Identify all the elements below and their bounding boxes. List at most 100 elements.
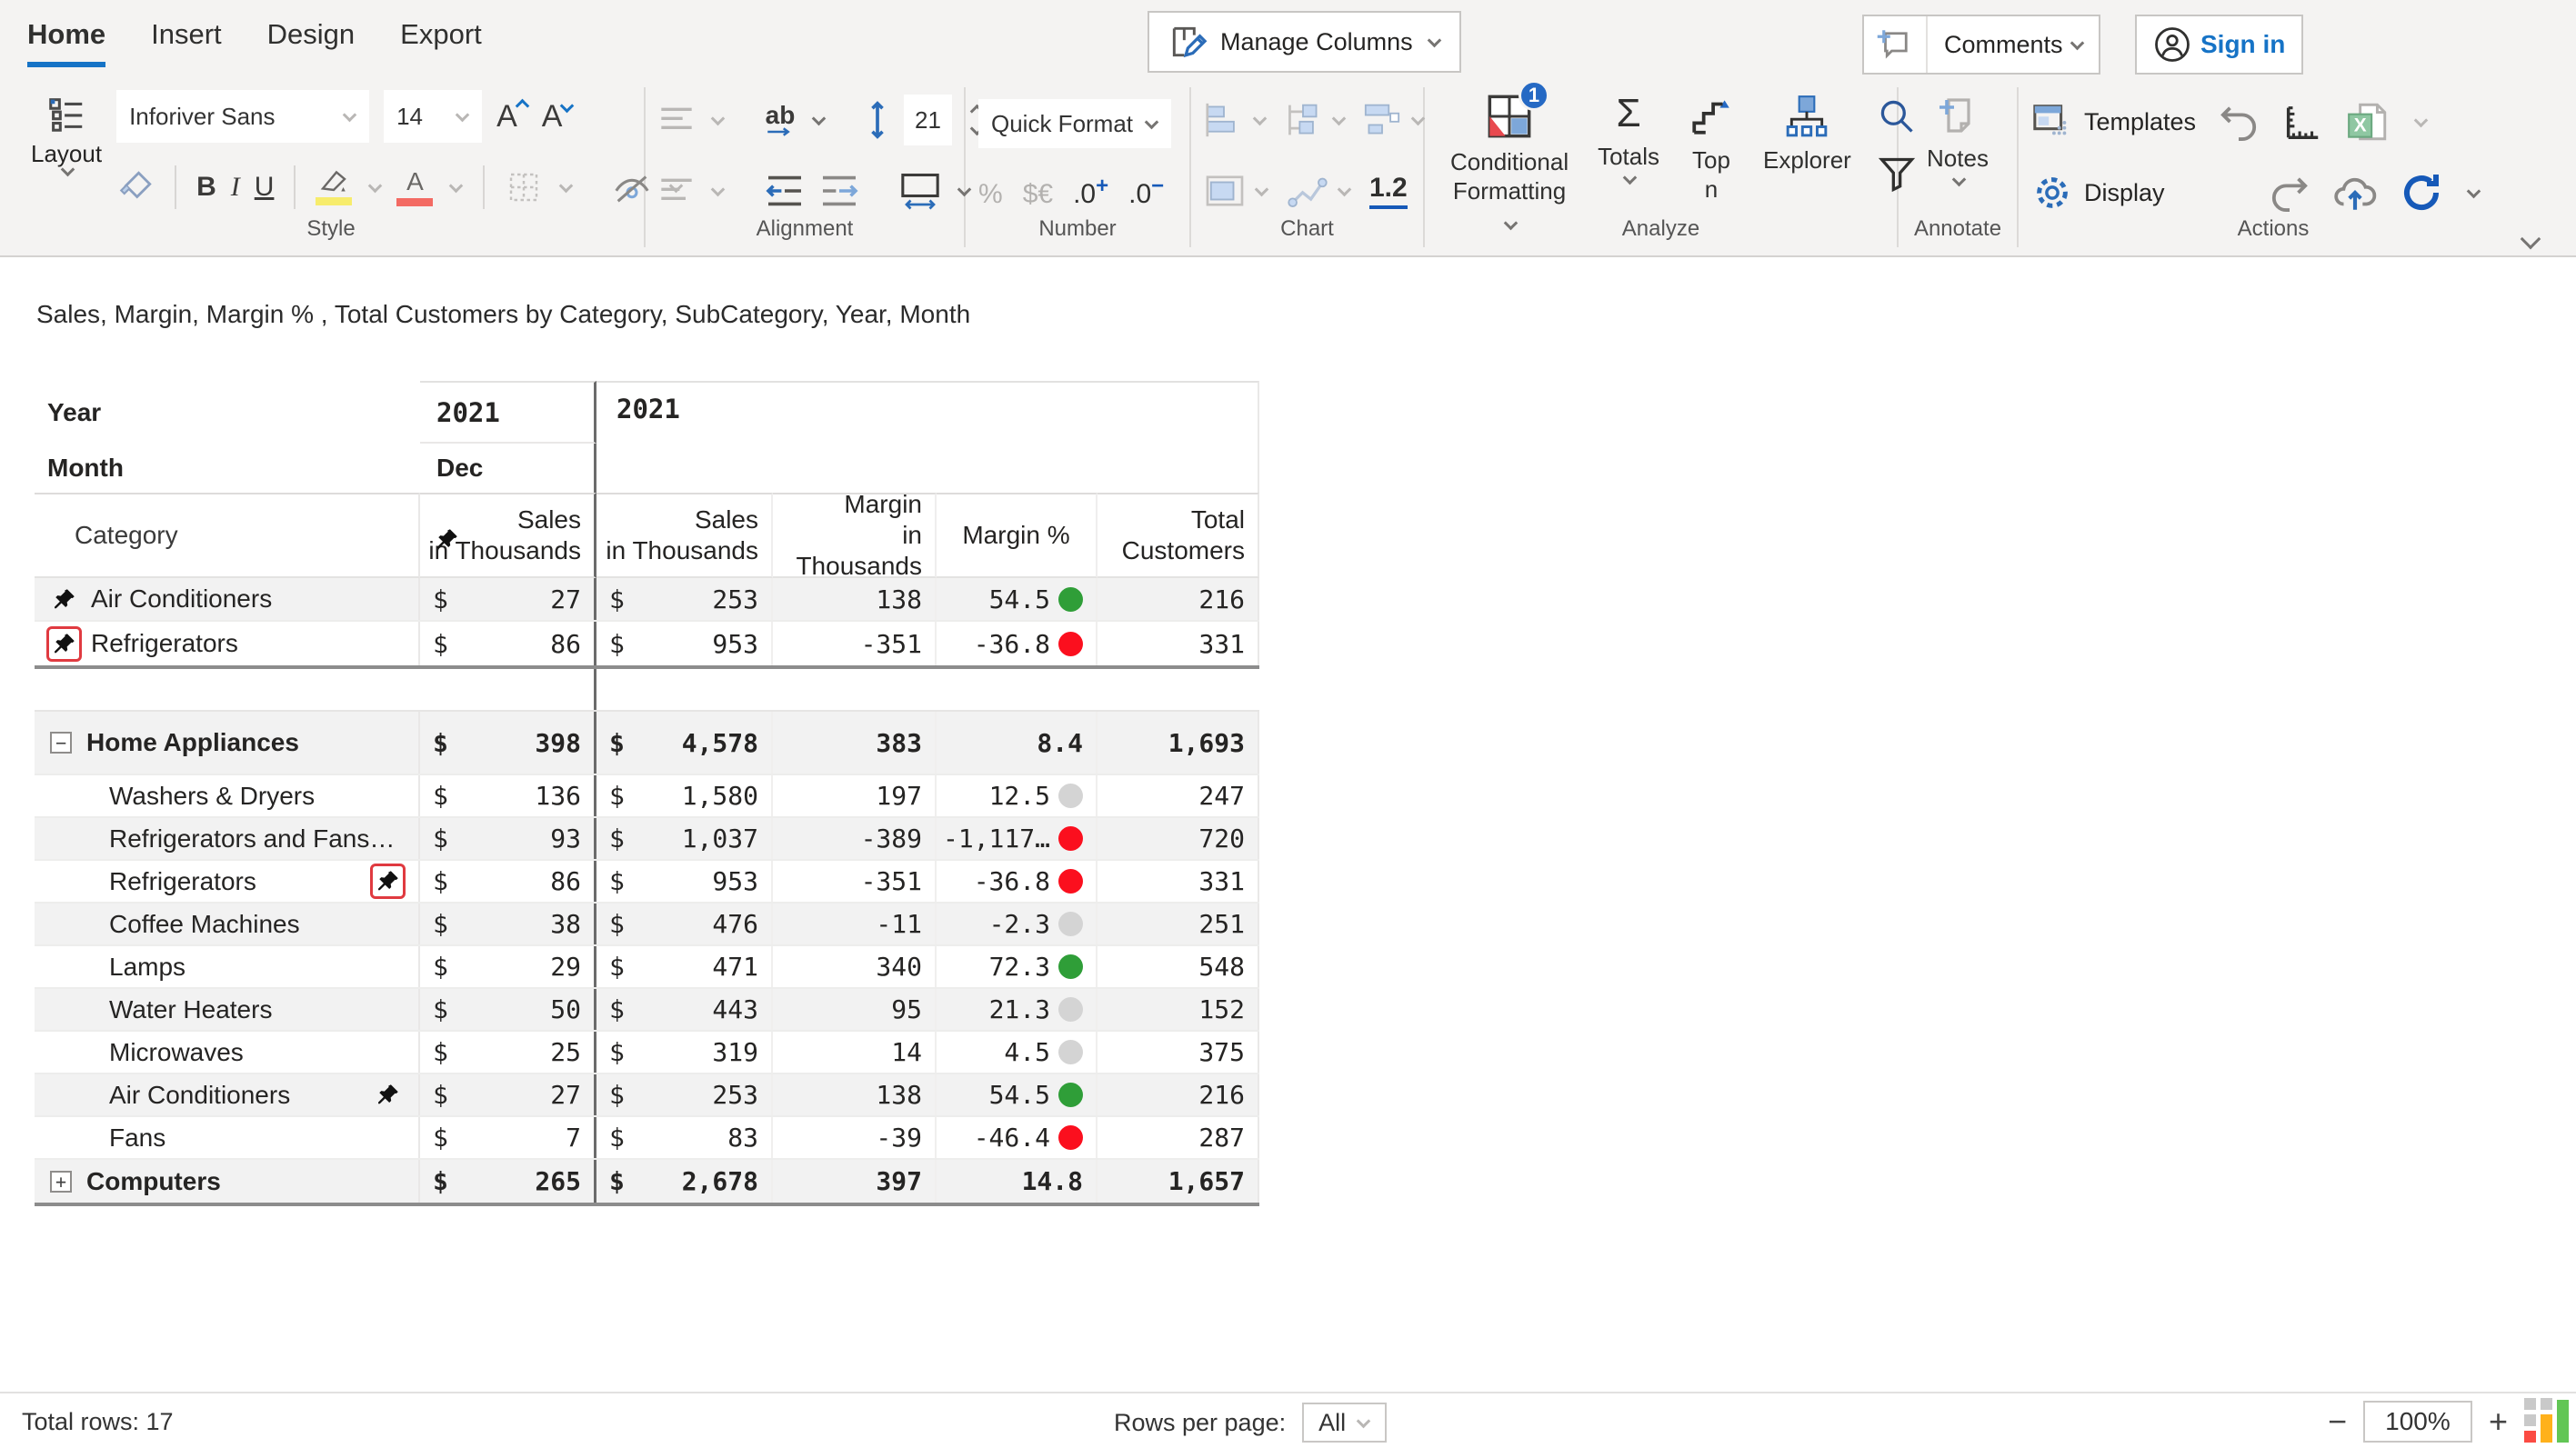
margin-cell: 397: [773, 1160, 937, 1203]
row-expander[interactable]: +: [50, 1171, 72, 1193]
column-tree-chart-button[interactable]: [1283, 102, 1323, 138]
table-row[interactable]: Fans $7 $83 -39 -46.4 287: [35, 1117, 1259, 1160]
ruler-icon[interactable]: [2281, 101, 2323, 143]
table-row[interactable]: − Home Appliances $398 $4,578 383 8.4 1,…: [35, 712, 1259, 775]
pane-chart-button[interactable]: [1362, 102, 1402, 138]
total-rows-label: Total rows: 17: [22, 1408, 174, 1436]
highlight-color-button[interactable]: [316, 169, 352, 205]
number-format-button[interactable]: 1.2: [1369, 173, 1408, 209]
chevron-down-icon[interactable]: [812, 111, 827, 125]
zoom-in-button[interactable]: +: [2489, 1405, 2508, 1438]
refresh-icon[interactable]: [2400, 171, 2443, 215]
borders-button[interactable]: [505, 168, 543, 206]
year-header[interactable]: 2021: [596, 381, 1259, 493]
table-row[interactable]: Coffee Machines $38 $476 -11 -2.3 251: [35, 904, 1259, 946]
table-row[interactable]: Lamps $29 $471 340 72.3 548: [35, 946, 1259, 989]
margin-pct-header[interactable]: Margin %: [937, 493, 1098, 578]
category-header[interactable]: Category: [35, 493, 420, 578]
rows-per-page-select[interactable]: All: [1302, 1403, 1387, 1443]
sales-cell: $83: [596, 1117, 773, 1158]
manage-columns-icon: [1168, 22, 1208, 62]
horizontal-align-icon[interactable]: [658, 175, 695, 206]
cloud-upload-icon[interactable]: [2332, 174, 2378, 212]
font-color-button[interactable]: A: [396, 168, 433, 206]
quick-format-select[interactable]: Quick Format: [978, 99, 1171, 148]
chevron-down-icon[interactable]: [711, 182, 726, 196]
font-size-select[interactable]: 14: [384, 90, 482, 143]
pinned-sales-header[interactable]: Sales in Thousands: [420, 493, 596, 578]
separator: [175, 165, 176, 209]
chevron-down-icon[interactable]: [1411, 111, 1426, 125]
chevron-down-icon[interactable]: [1253, 111, 1268, 125]
pin-icon[interactable]: [46, 626, 82, 662]
table-row[interactable]: Air Conditioners $27 $253 138 54.5 216: [35, 1074, 1259, 1117]
notes-button[interactable]: Notes: [1911, 93, 2004, 185]
table-row[interactable]: + Computers $265 $2,678 397 14.8 1,657: [35, 1160, 1259, 1203]
tab-insert[interactable]: Insert: [151, 18, 222, 62]
sign-in-button[interactable]: Sign in: [2135, 15, 2303, 75]
zoom-out-button[interactable]: −: [2328, 1405, 2347, 1438]
table-row[interactable]: Refrigerators and Fans… $93 $1,037 -389 …: [35, 818, 1259, 861]
chevron-down-icon[interactable]: [1338, 182, 1352, 196]
increase-indent-button[interactable]: [819, 175, 859, 207]
chevron-down-icon: [1357, 1413, 1371, 1428]
currency-format-button[interactable]: $€: [1023, 179, 1053, 210]
rows-per-page-value: All: [1318, 1409, 1346, 1437]
italic-button[interactable]: I: [231, 172, 240, 203]
tab-export[interactable]: Export: [400, 18, 482, 62]
increase-decimal-button[interactable]: .0+: [1073, 179, 1108, 210]
underline-button[interactable]: U: [255, 172, 275, 203]
percent-format-button[interactable]: %: [978, 179, 1003, 210]
pin-icon[interactable]: [370, 864, 406, 899]
table-row[interactable]: Washers & Dryers $136 $1,580 197 12.5 24…: [35, 775, 1259, 818]
redo-icon[interactable]: [2269, 174, 2310, 212]
row-height-input[interactable]: 21: [904, 95, 952, 145]
chevron-down-icon[interactable]: [711, 111, 726, 125]
bar-chart-button[interactable]: [1204, 102, 1244, 138]
zoom-level[interactable]: 100%: [2363, 1401, 2472, 1443]
table-row[interactable]: Refrigerators $86 $953 -351 -36.8 331: [35, 622, 1259, 665]
chevron-down-icon[interactable]: [559, 178, 574, 193]
decrease-decimal-button[interactable]: .0−: [1128, 179, 1164, 210]
excel-export-icon[interactable]: X: [2345, 99, 2391, 145]
tab-home[interactable]: Home: [27, 18, 105, 67]
vertical-align-icon[interactable]: [658, 105, 695, 135]
chevron-down-icon[interactable]: [2414, 113, 2429, 127]
pin-icon[interactable]: [46, 582, 82, 617]
manage-columns-button[interactable]: Manage Columns: [1148, 11, 1461, 73]
display-button[interactable]: Display: [2031, 172, 2165, 214]
table-row[interactable]: Water Heaters $50 $443 95 21.3 152: [35, 989, 1259, 1032]
comments-button[interactable]: Comments: [1862, 15, 2100, 75]
tab-design[interactable]: Design: [267, 18, 356, 62]
table-header: Year Month 2021 Dec 2021 Category Sales …: [35, 381, 1259, 578]
column-width-button[interactable]: [899, 172, 941, 210]
table-chart-button[interactable]: [1204, 174, 1246, 208]
chevron-down-icon[interactable]: [449, 178, 464, 193]
table-row[interactable]: Microwaves $25 $319 14 4.5 375: [35, 1032, 1259, 1074]
chevron-down-icon[interactable]: [1332, 111, 1347, 125]
font-family-select[interactable]: Inforiver Sans: [116, 90, 369, 143]
margin-header[interactable]: Margin in Thousands: [773, 493, 937, 578]
decrease-indent-button[interactable]: [765, 175, 805, 207]
table-row[interactable]: Refrigerators $86 $953 -351 -36.8 331: [35, 861, 1259, 904]
grow-font-button[interactable]: A: [496, 99, 527, 135]
pinned-month-header[interactable]: Dec: [420, 444, 596, 493]
line-chart-button[interactable]: [1287, 173, 1328, 209]
margin-cell: 138: [773, 1074, 937, 1115]
chevron-down-icon[interactable]: [1255, 182, 1269, 196]
bold-button[interactable]: B: [196, 172, 216, 203]
table-row[interactable]: Air Conditioners $27 $253 138 54.5 216: [35, 578, 1259, 622]
pin-icon[interactable]: [370, 1077, 406, 1113]
templates-button[interactable]: Templates: [2031, 101, 2196, 143]
undo-icon[interactable]: [2218, 103, 2260, 141]
wrap-text-button[interactable]: ab: [765, 104, 796, 136]
format-painter-icon[interactable]: [116, 168, 155, 206]
shrink-font-button[interactable]: A: [542, 99, 573, 135]
chevron-down-icon: [1951, 173, 1966, 187]
row-expander[interactable]: −: [50, 732, 72, 754]
total-customers-header[interactable]: Total Customers: [1098, 493, 1259, 578]
chevron-down-icon[interactable]: [2466, 184, 2481, 198]
pinned-year-header[interactable]: 2021: [420, 381, 596, 444]
chevron-down-icon[interactable]: [368, 178, 383, 193]
sales-header[interactable]: Sales in Thousands: [596, 493, 773, 578]
